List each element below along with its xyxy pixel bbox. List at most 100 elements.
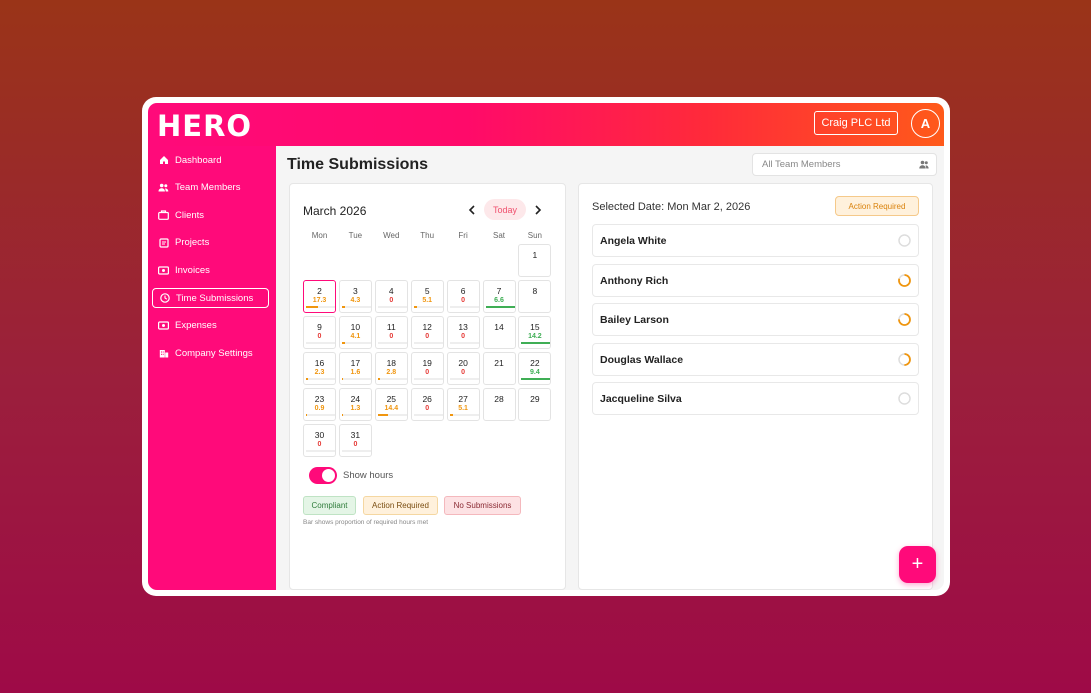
legend-action-required: Action Required <box>363 496 438 515</box>
calendar-day[interactable]: 8 <box>518 280 552 313</box>
calendar-day[interactable]: 25 14.4 <box>374 388 408 421</box>
calendar-day[interactable]: 14 <box>482 316 516 349</box>
hours-progress-fill <box>306 414 307 416</box>
calendar-day[interactable]: 11 0 <box>374 316 408 349</box>
toggle-knob <box>322 469 335 482</box>
calendar-day[interactable]: 23 0.9 <box>303 388 336 421</box>
calendar-day[interactable]: 2 17.3 <box>303 280 336 313</box>
calendar-day[interactable]: 22 9.4 <box>518 352 552 385</box>
hours-progress-fill <box>306 378 308 380</box>
hours-progress-fill <box>449 414 454 416</box>
hours-progress-fill <box>306 306 318 308</box>
calendar-day[interactable]: 1 <box>518 244 552 277</box>
calendar-day[interactable]: 20 0 <box>446 352 480 385</box>
day-number: 30 <box>314 430 325 440</box>
member-name: Douglas Wallace <box>600 353 684 366</box>
day-number: 18 <box>386 358 397 368</box>
hours-progress-bar <box>377 342 407 344</box>
day-hours: 1.6 <box>350 369 361 376</box>
member-row[interactable]: Bailey Larson <box>592 303 919 336</box>
add-button[interactable]: + <box>899 546 936 583</box>
day-hours: 0 <box>425 333 430 340</box>
calendar-day[interactable]: 16 2.3 <box>303 352 336 385</box>
sidebar-item-company-settings[interactable]: Company Settings <box>152 343 269 363</box>
progress-ring-icon <box>897 391 912 406</box>
day-hours: 17.3 <box>312 297 327 304</box>
chevron-right-icon[interactable] <box>531 203 545 218</box>
day-hours: 0 <box>353 441 358 448</box>
calendar-day[interactable]: 19 0 <box>410 352 444 385</box>
calendar-day[interactable]: 5 5.1 <box>410 280 444 313</box>
weekday-header: Wed <box>383 231 400 240</box>
calendar-day[interactable]: 28 <box>482 388 516 421</box>
calendar-day[interactable]: 30 0 <box>303 424 336 457</box>
weekday-header: Fri <box>458 231 468 240</box>
hours-progress-bar <box>449 378 479 380</box>
day-number: 3 <box>353 286 358 296</box>
calendar-day[interactable]: 40 <box>374 280 408 313</box>
member-row[interactable]: Douglas Wallace <box>592 342 919 376</box>
sidebar-item-projects[interactable]: Projects <box>152 233 269 253</box>
clipboard-icon <box>158 237 169 248</box>
calendar-day[interactable]: 13 0 <box>446 316 480 349</box>
sidebar-item-invoices[interactable]: Invoices <box>152 260 269 280</box>
calendar-day[interactable]: 24 1.3 <box>338 388 372 421</box>
calendar-day[interactable]: 31 0 <box>338 424 372 457</box>
day-hours: 0 <box>389 333 394 340</box>
main-content: Time Submissions All Team Members March … <box>276 146 944 590</box>
calendar-day[interactable]: 60 <box>446 280 480 313</box>
hours-progress-bar <box>377 306 407 308</box>
hours-progress-bar <box>341 306 371 308</box>
calendar-day[interactable]: 29 <box>518 388 552 421</box>
calendar-day[interactable]: 21 <box>482 352 516 385</box>
money-icon <box>158 320 169 331</box>
sidebar-item-label: Invoices <box>175 264 210 276</box>
day-hours: 0 <box>425 405 430 412</box>
calendar-day[interactable]: 26 0 <box>410 388 444 421</box>
sidebar-item-dashboard[interactable]: Dashboard <box>152 150 269 170</box>
calendar-day[interactable]: 7 6.6 <box>482 280 516 313</box>
company-switcher-button[interactable]: Craig PLC Ltd <box>814 111 898 135</box>
member-row[interactable]: Anthony Rich <box>592 263 919 297</box>
hours-progress-bar <box>377 414 407 416</box>
weekday-header: Thu <box>420 231 435 240</box>
calendar-day[interactable]: 27 5.1 <box>446 388 480 421</box>
money-icon <box>158 265 169 276</box>
sidebar-item-clients[interactable]: Clients <box>152 205 269 225</box>
legend-no-submissions: No Submissions <box>444 496 521 515</box>
team-member-filter[interactable]: All Team Members <box>752 153 937 176</box>
calendar-day[interactable]: 10 4.1 <box>338 316 372 349</box>
day-number: 22 <box>530 358 540 368</box>
member-name: Anthony Rich <box>600 274 669 287</box>
user-avatar[interactable]: A <box>911 109 940 138</box>
calendar-day[interactable]: 12 0 <box>410 316 444 349</box>
day-hours: 0 <box>425 369 430 376</box>
hero-logo[interactable]: HERO <box>157 109 252 143</box>
calendar-day[interactable]: 17 1.6 <box>338 352 372 385</box>
sidebar-item-label: Time Submissions <box>176 292 254 304</box>
sidebar-item-expenses[interactable]: Expenses <box>152 316 269 336</box>
show-hours-toggle[interactable] <box>309 467 337 484</box>
calendar-day[interactable]: 90 <box>303 316 336 349</box>
sidebar-item-time-submissions[interactable]: Time Submissions <box>152 288 269 308</box>
day-number: 6 <box>460 286 466 296</box>
hours-progress-bar <box>413 342 443 344</box>
member-row[interactable]: Angela White <box>592 224 919 257</box>
hours-progress-bar <box>306 378 335 380</box>
calendar-day[interactable]: 3 4.3 <box>338 280 372 313</box>
hours-progress-bar <box>521 342 551 344</box>
chevron-left-icon[interactable] <box>465 203 479 218</box>
day-hours: 0 <box>317 441 322 448</box>
hours-progress-bar <box>306 306 335 308</box>
day-number: 1 <box>532 250 538 260</box>
calendar-day[interactable]: 18 2.8 <box>374 352 408 385</box>
day-number: 15 <box>530 322 540 332</box>
hours-progress-bar <box>485 306 515 308</box>
day-number: 31 <box>350 430 361 440</box>
today-button[interactable]: Today <box>484 199 526 220</box>
hours-progress-fill <box>485 306 515 308</box>
app-root: HERO Craig PLC Ltd A Dashboard Team Membe… <box>148 103 944 590</box>
member-row[interactable]: Jacqueline Silva <box>592 382 919 415</box>
sidebar-item-team-members[interactable]: Team Members <box>152 178 269 198</box>
calendar-day[interactable]: 15 14.2 <box>518 316 552 349</box>
